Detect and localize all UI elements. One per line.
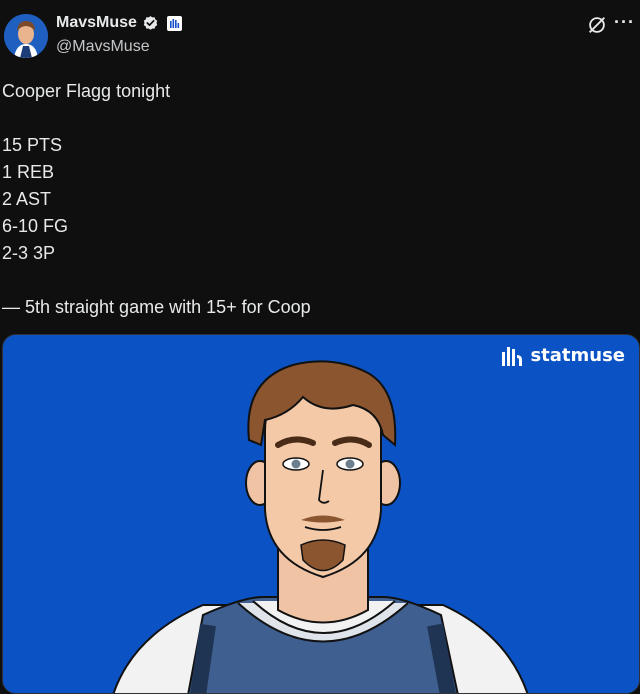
stat-line: 6-10 FG — [2, 216, 69, 236]
stat-line: 15 PTS — [2, 135, 63, 155]
author-handle[interactable]: @MavsMuse — [56, 38, 150, 56]
statmuse-affiliate-icon[interactable] — [166, 15, 182, 31]
author-display-name[interactable]: MavsMuse — [56, 14, 137, 32]
player-illustration — [3, 335, 639, 693]
grok-icon[interactable] — [586, 14, 608, 36]
author-name-row: MavsMuse — [56, 14, 182, 32]
statmuse-logo-icon — [502, 346, 523, 366]
stat-line: 2-3 3P — [2, 243, 56, 263]
tweet-text: Cooper Flagg tonight 15 PTS 1 REB 2 AST … — [2, 78, 622, 321]
author-avatar[interactable] — [4, 14, 48, 58]
statmuse-wordmark: statmuse — [530, 345, 625, 366]
statmuse-watermark: statmuse — [501, 345, 625, 366]
tweet-media-image[interactable]: statmuse — [2, 334, 640, 694]
tweet-header: MavsMuse @MavsMuse ··· — [0, 0, 640, 70]
stat-line: 1 REB — [2, 162, 55, 182]
avatar-player-icon — [4, 14, 48, 58]
tweet-footer-line: — 5th straight game with 15+ for Coop — [2, 297, 311, 317]
stat-line: 2 AST — [2, 189, 52, 209]
verified-badge-icon — [143, 15, 158, 30]
more-options-icon[interactable]: ··· — [614, 13, 636, 36]
tweet-line-1: Cooper Flagg tonight — [2, 81, 171, 101]
